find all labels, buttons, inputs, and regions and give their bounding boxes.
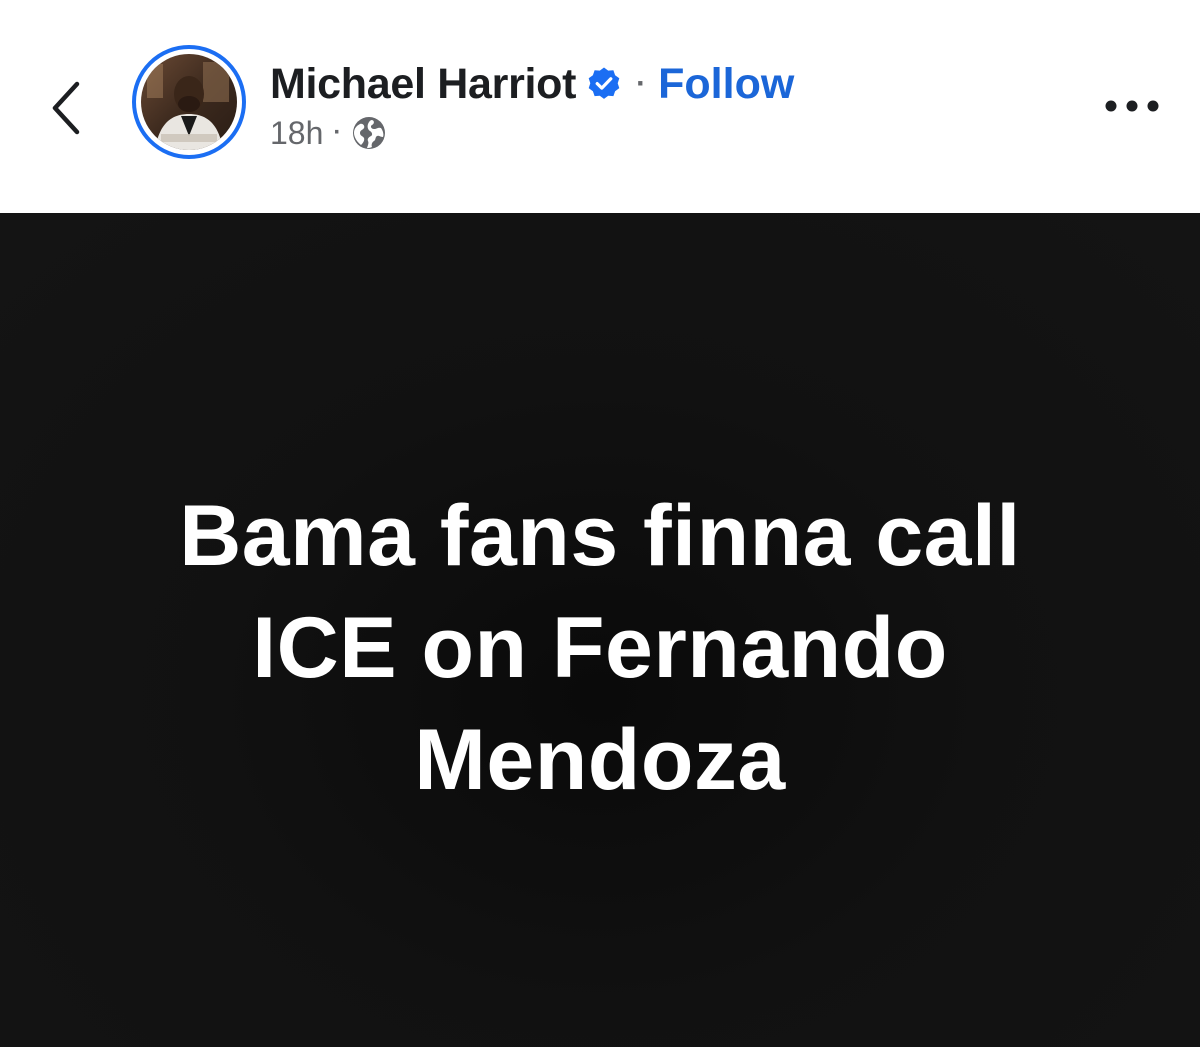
author-row: Michael Harriot · Follow <box>270 56 794 112</box>
back-button[interactable] <box>38 72 94 144</box>
post-text: Bama fans finna call ICE on Fernando Men… <box>179 488 1021 808</box>
author-avatar-button[interactable] <box>132 45 246 159</box>
meta-separator: · <box>333 119 342 146</box>
follow-button[interactable]: Follow <box>658 60 794 109</box>
name-separator: · <box>636 67 647 100</box>
more-options-button[interactable] <box>1100 86 1164 126</box>
verified-badge-icon <box>586 66 622 102</box>
post-meta: 18h · <box>270 113 387 153</box>
avatar <box>141 54 237 150</box>
post-text-card[interactable]: Bama fans finna call ICE on Fernando Men… <box>0 213 1200 1047</box>
post-timestamp[interactable]: 18h <box>270 115 323 152</box>
globe-icon <box>351 115 387 151</box>
more-options-icon <box>1105 100 1159 112</box>
chevron-left-icon <box>52 81 80 135</box>
bottom-divider <box>0 1047 1200 1055</box>
author-name[interactable]: Michael Harriot <box>270 60 576 109</box>
post-header: Michael Harriot · Follow 18h · <box>0 0 1200 213</box>
